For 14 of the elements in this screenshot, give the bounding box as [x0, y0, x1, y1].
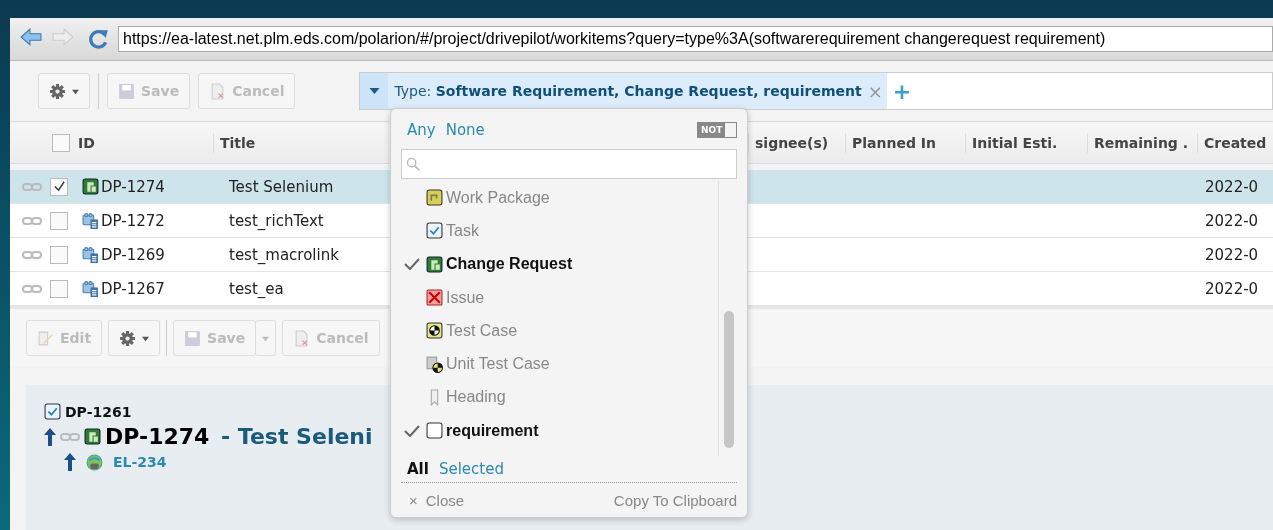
title-cell: Test Selenium — [229, 177, 334, 196]
item-id: DP-1274 — [105, 424, 210, 449]
id-cell: DP-1267 — [101, 279, 165, 298]
title-cell: test_macrolink — [229, 245, 339, 264]
created-cell: 2022-0 — [1205, 279, 1259, 298]
id-cell: DP-1269 — [101, 245, 165, 264]
title-cell: test_richText — [229, 211, 324, 230]
id-cell: DP-1272 — [101, 211, 165, 230]
created-cell: 2022-0 — [1205, 245, 1259, 264]
created-cell: 2022-0 — [1205, 177, 1259, 196]
id-cell: DP-1274 — [101, 177, 165, 196]
item-title: - Test Seleni — [220, 424, 373, 449]
title-cell: test_ea — [229, 279, 284, 298]
created-cell: 2022-0 — [1205, 211, 1259, 230]
